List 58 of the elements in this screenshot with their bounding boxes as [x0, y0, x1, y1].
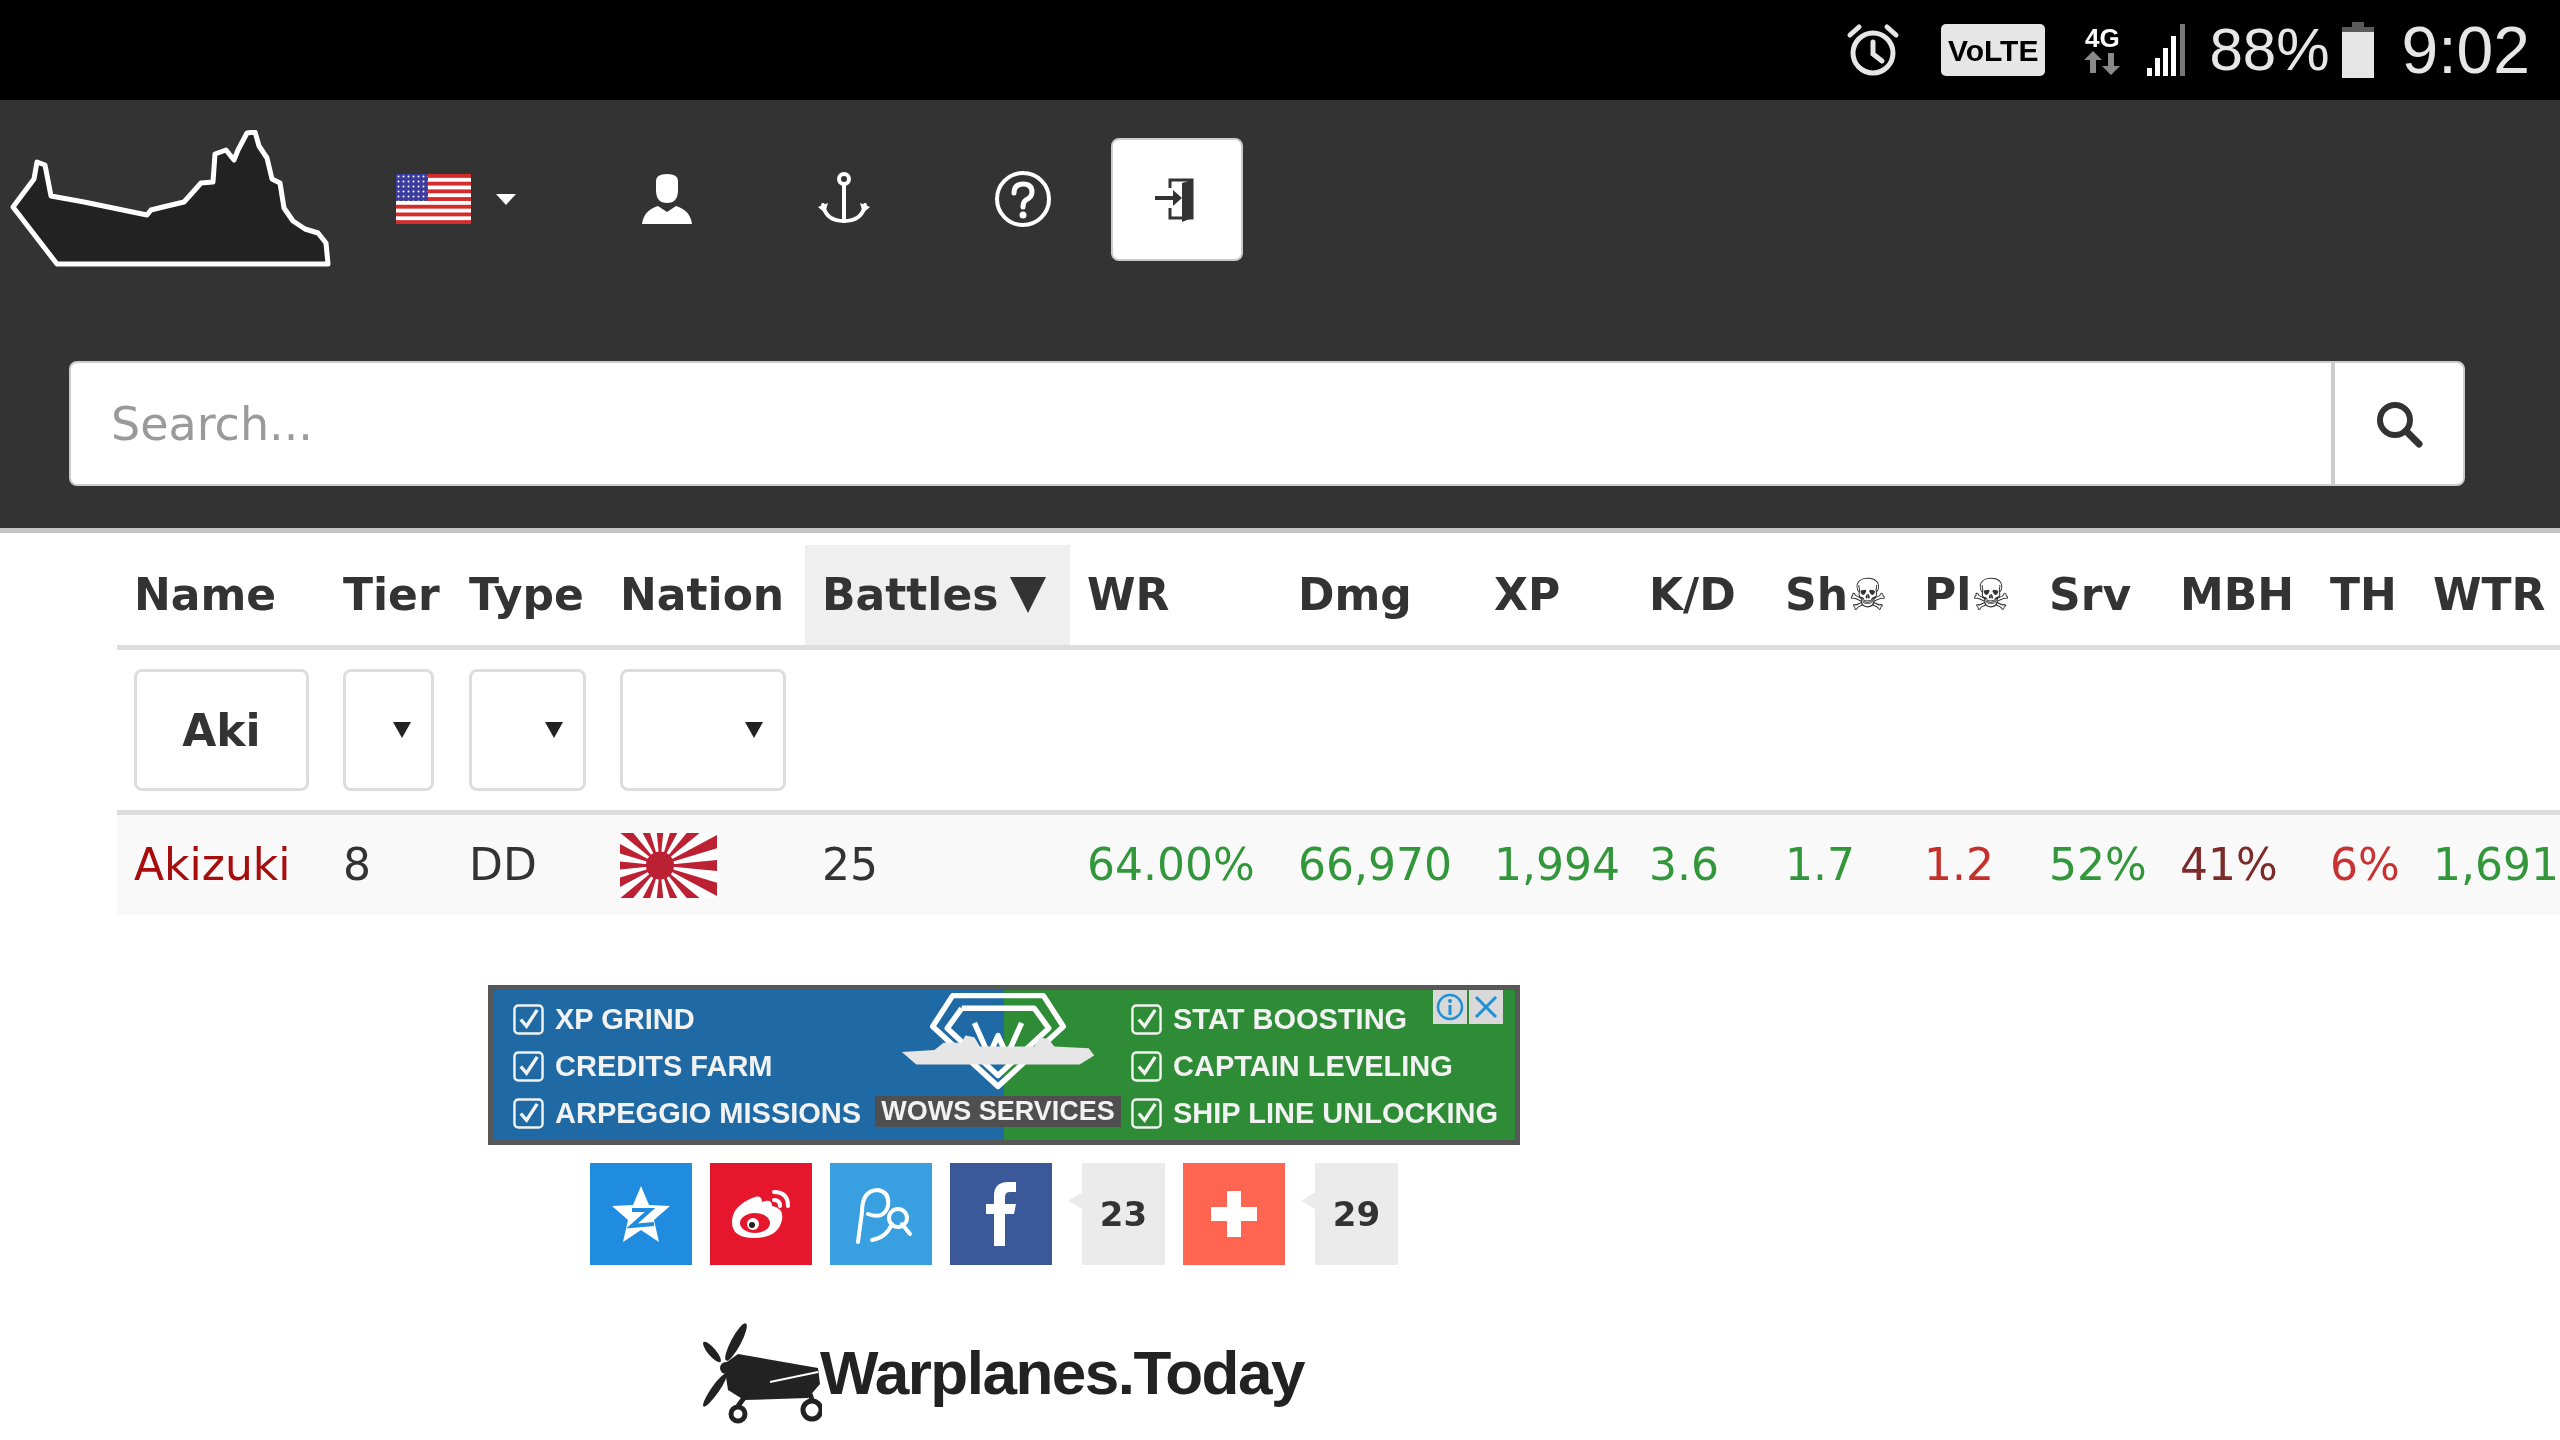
table-value: 66,970 [1298, 838, 1452, 892]
signal-icon [2147, 24, 2188, 76]
star-icon [610, 1184, 672, 1244]
network-type-label: 4G [2085, 25, 2120, 51]
help-icon[interactable] [994, 170, 1052, 228]
table-value: 1,994 [1494, 838, 1620, 892]
sun-ray-flag-icon [620, 832, 717, 898]
table-value: 25 [822, 838, 878, 892]
table-value: 1.7 [1785, 838, 1855, 892]
caret-down-icon [393, 721, 411, 739]
table-value: 3.6 [1649, 838, 1719, 892]
language-dropdown[interactable] [396, 174, 516, 224]
letter-f-icon [984, 1182, 1018, 1246]
volte-indicator: VoLTE [1940, 24, 2046, 76]
sort-descending-icon [1010, 577, 1047, 613]
data-arrows-icon [2082, 51, 2123, 75]
search-button[interactable] [2333, 361, 2465, 486]
propeller-plane-icon [700, 1320, 822, 1425]
name-filter-field[interactable]: Aki [134, 669, 309, 791]
table-value: 64.00% [1087, 838, 1255, 892]
table-value: 41% [2180, 838, 2278, 892]
ad-feature-label: CAPTAIN LEVELING [1173, 1048, 1453, 1084]
ad-title: WOWS SERVICES [875, 1096, 1121, 1127]
share-button[interactable] [950, 1163, 1052, 1265]
close-icon[interactable] [1469, 990, 1503, 1024]
search-icon [2375, 399, 2423, 448]
share-button[interactable] [830, 1163, 932, 1265]
table-value: DD [469, 838, 537, 892]
caret-down-icon [545, 721, 563, 739]
share-button[interactable] [590, 1163, 692, 1265]
share-button[interactable] [1183, 1163, 1285, 1265]
table-value: 8 [343, 838, 371, 892]
share-count: 29 [1301, 1163, 1398, 1265]
table-value: 1,691 [2433, 838, 2559, 892]
share-count: 23 [1068, 1163, 1165, 1265]
ad-feature-label: ARPEGGIO MISSIONS [555, 1095, 862, 1131]
table-value: 6% [2330, 838, 2400, 892]
ad-feature-label: CREDITS FARM [555, 1048, 773, 1084]
ad-banner[interactable]: XP GRIND CREDITS FARM ARPEGGIO MISSIONS WOWS SERVICES STAT BOOSTING CAPTAIN LEVELING SHIP LINE UNLOCKING [488, 985, 1520, 1145]
battery-percentage: 88% [2209, 20, 2330, 80]
user-icon[interactable] [641, 173, 693, 225]
ad-feature-label: STAT BOOSTING [1173, 1001, 1408, 1037]
info-icon[interactable] [1433, 990, 1467, 1024]
ad-feature-label: SHIP LINE UNLOCKING [1173, 1095, 1498, 1131]
search-field[interactable]: Search... [69, 361, 2333, 486]
column-header[interactable]: Battles [805, 545, 1070, 645]
clock-time: 9:02 [2401, 17, 2530, 83]
table-value: 1.2 [1924, 838, 1994, 892]
caret-down-icon [745, 721, 763, 739]
share-button[interactable] [710, 1163, 812, 1265]
table-value: 52% [2049, 838, 2147, 892]
ad-feature-label: XP GRIND [555, 1001, 695, 1037]
flag-icon [396, 174, 471, 224]
battery-icon [2341, 22, 2374, 78]
plus-icon [1211, 1191, 1257, 1237]
caret-down-icon [496, 193, 516, 205]
ship-name-link[interactable]: Akizuki [134, 832, 291, 898]
login-button[interactable] [1111, 137, 1243, 261]
